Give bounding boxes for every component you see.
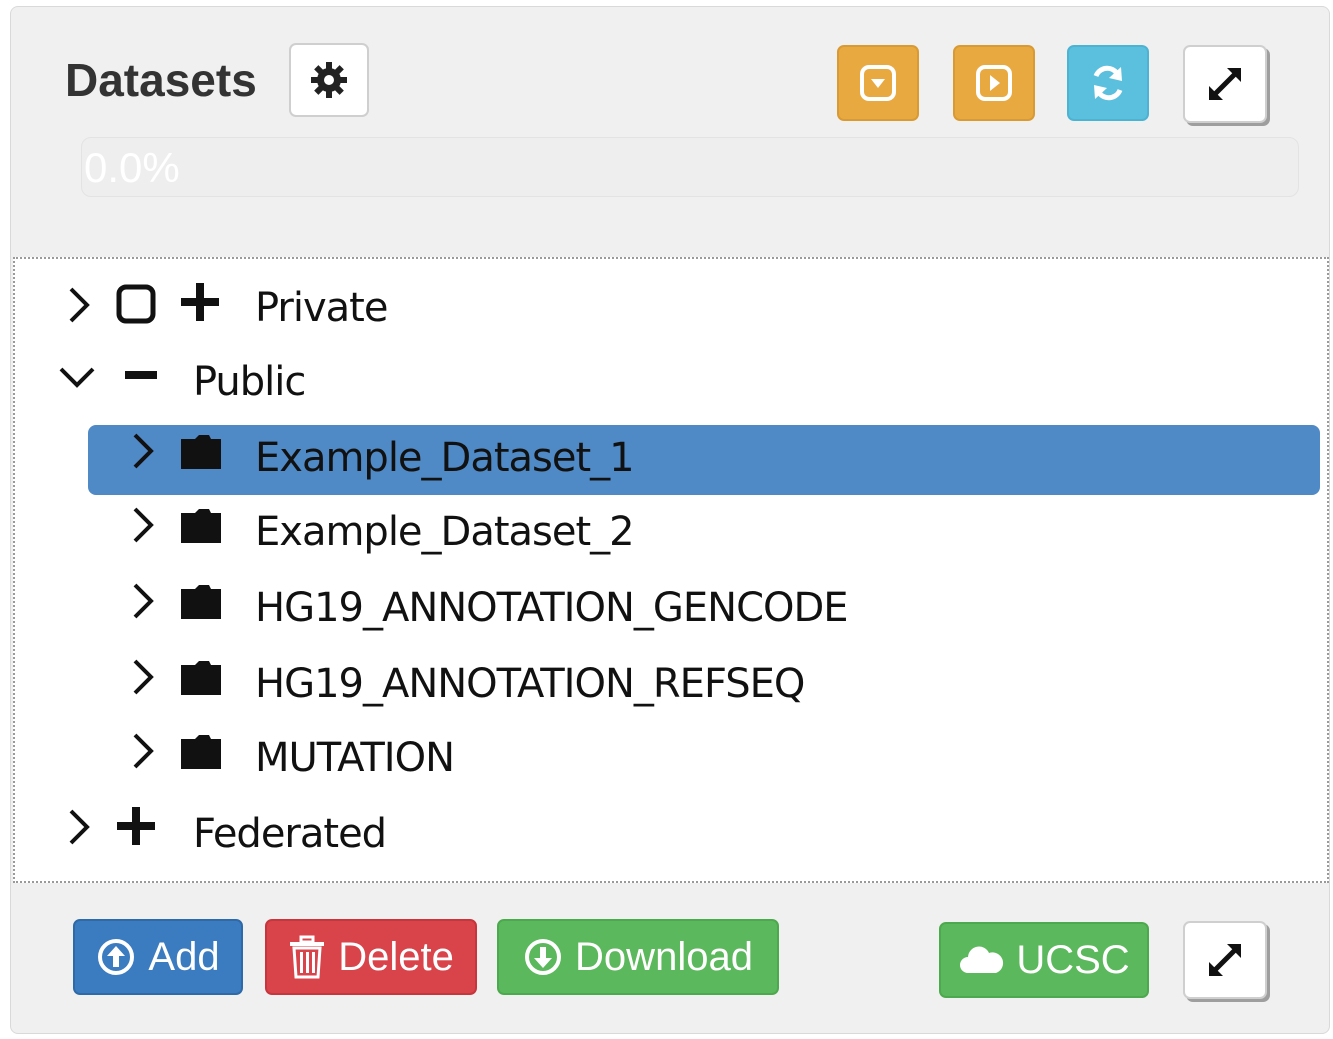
folder-icon bbox=[181, 661, 221, 695]
chevron-right-icon[interactable] bbox=[127, 657, 157, 697]
maximize-button[interactable] bbox=[1183, 45, 1267, 123]
delete-button-label: Delete bbox=[338, 934, 454, 979]
datasets-panel: Datasets 0.0% Private Public Example_Dat… bbox=[10, 6, 1330, 1034]
tree-node-example-dataset-1[interactable]: Example_Dataset_1 bbox=[15, 425, 1327, 495]
tree-node-hg19-annotation-gencode[interactable]: HG19_ANNOTATION_GENCODE bbox=[15, 573, 1327, 643]
chevron-right-icon[interactable] bbox=[63, 807, 93, 847]
cloud-icon bbox=[960, 946, 1004, 973]
ucsc-button[interactable]: UCSC bbox=[939, 922, 1149, 998]
gear-icon bbox=[311, 62, 347, 98]
tree-node-label: HG19_ANNOTATION_GENCODE bbox=[255, 585, 849, 631]
chevron-down-icon[interactable] bbox=[57, 363, 97, 393]
tree-node-hg19-annotation-refseq[interactable]: HG19_ANNOTATION_REFSEQ bbox=[15, 649, 1327, 719]
caret-square-right-icon bbox=[976, 65, 1012, 101]
chevron-right-icon[interactable] bbox=[127, 731, 157, 771]
progress-text: 0.0% bbox=[84, 144, 180, 191]
tree-node-label: Public bbox=[193, 359, 306, 405]
plus-icon[interactable] bbox=[179, 281, 221, 323]
progress-bar: 0.0% bbox=[81, 137, 1299, 197]
folder-icon bbox=[181, 585, 221, 619]
collapse-all-button[interactable] bbox=[837, 45, 919, 121]
panel-title: Datasets bbox=[65, 54, 257, 106]
minus-icon[interactable] bbox=[123, 355, 159, 397]
checkbox-icon[interactable] bbox=[115, 283, 157, 325]
download-button-label: Download bbox=[575, 934, 753, 979]
folder-icon bbox=[181, 509, 221, 543]
dataset-tree: Private Public Example_Dataset_1 Example… bbox=[13, 257, 1329, 883]
tree-node-label: Federated bbox=[193, 811, 387, 857]
plus-icon[interactable] bbox=[115, 805, 157, 847]
circle-arrow-up-icon bbox=[98, 939, 135, 975]
expand-arrows-icon bbox=[1209, 944, 1241, 976]
tree-node-mutation[interactable]: MUTATION bbox=[15, 723, 1327, 793]
tree-node-label: Private bbox=[255, 285, 388, 331]
refresh-icon bbox=[1093, 65, 1123, 101]
tree-node-example-dataset-2[interactable]: Example_Dataset_2 bbox=[15, 499, 1327, 569]
add-button[interactable]: Add bbox=[73, 919, 243, 995]
tree-node-label: Example_Dataset_1 bbox=[255, 435, 635, 481]
trash-icon bbox=[290, 935, 325, 979]
chevron-right-icon[interactable] bbox=[63, 285, 93, 325]
chevron-right-icon[interactable] bbox=[127, 581, 157, 621]
circle-arrow-down-icon bbox=[525, 939, 562, 975]
caret-square-down-icon bbox=[860, 65, 896, 101]
ucsc-button-label: UCSC bbox=[1016, 937, 1130, 982]
tree-node-label: MUTATION bbox=[255, 735, 455, 781]
folder-icon bbox=[181, 435, 221, 469]
footer-maximize-button[interactable] bbox=[1183, 921, 1267, 999]
tree-node-label: Example_Dataset_2 bbox=[255, 509, 635, 555]
tree-node-label: HG19_ANNOTATION_REFSEQ bbox=[255, 661, 805, 707]
chevron-right-icon[interactable] bbox=[127, 431, 157, 471]
add-button-label: Add bbox=[148, 934, 220, 979]
chevron-right-icon[interactable] bbox=[127, 505, 157, 545]
folder-icon bbox=[181, 735, 221, 769]
delete-button[interactable]: Delete bbox=[265, 919, 477, 995]
download-button[interactable]: Download bbox=[497, 919, 779, 995]
refresh-button[interactable] bbox=[1067, 45, 1149, 121]
expand-all-button[interactable] bbox=[953, 45, 1035, 121]
tree-node-federated[interactable]: Federated bbox=[15, 799, 1327, 869]
tree-node-public[interactable]: Public bbox=[15, 349, 1327, 419]
expand-arrows-icon bbox=[1209, 68, 1241, 100]
tree-node-private[interactable]: Private bbox=[15, 275, 1327, 345]
settings-button[interactable] bbox=[289, 43, 369, 117]
